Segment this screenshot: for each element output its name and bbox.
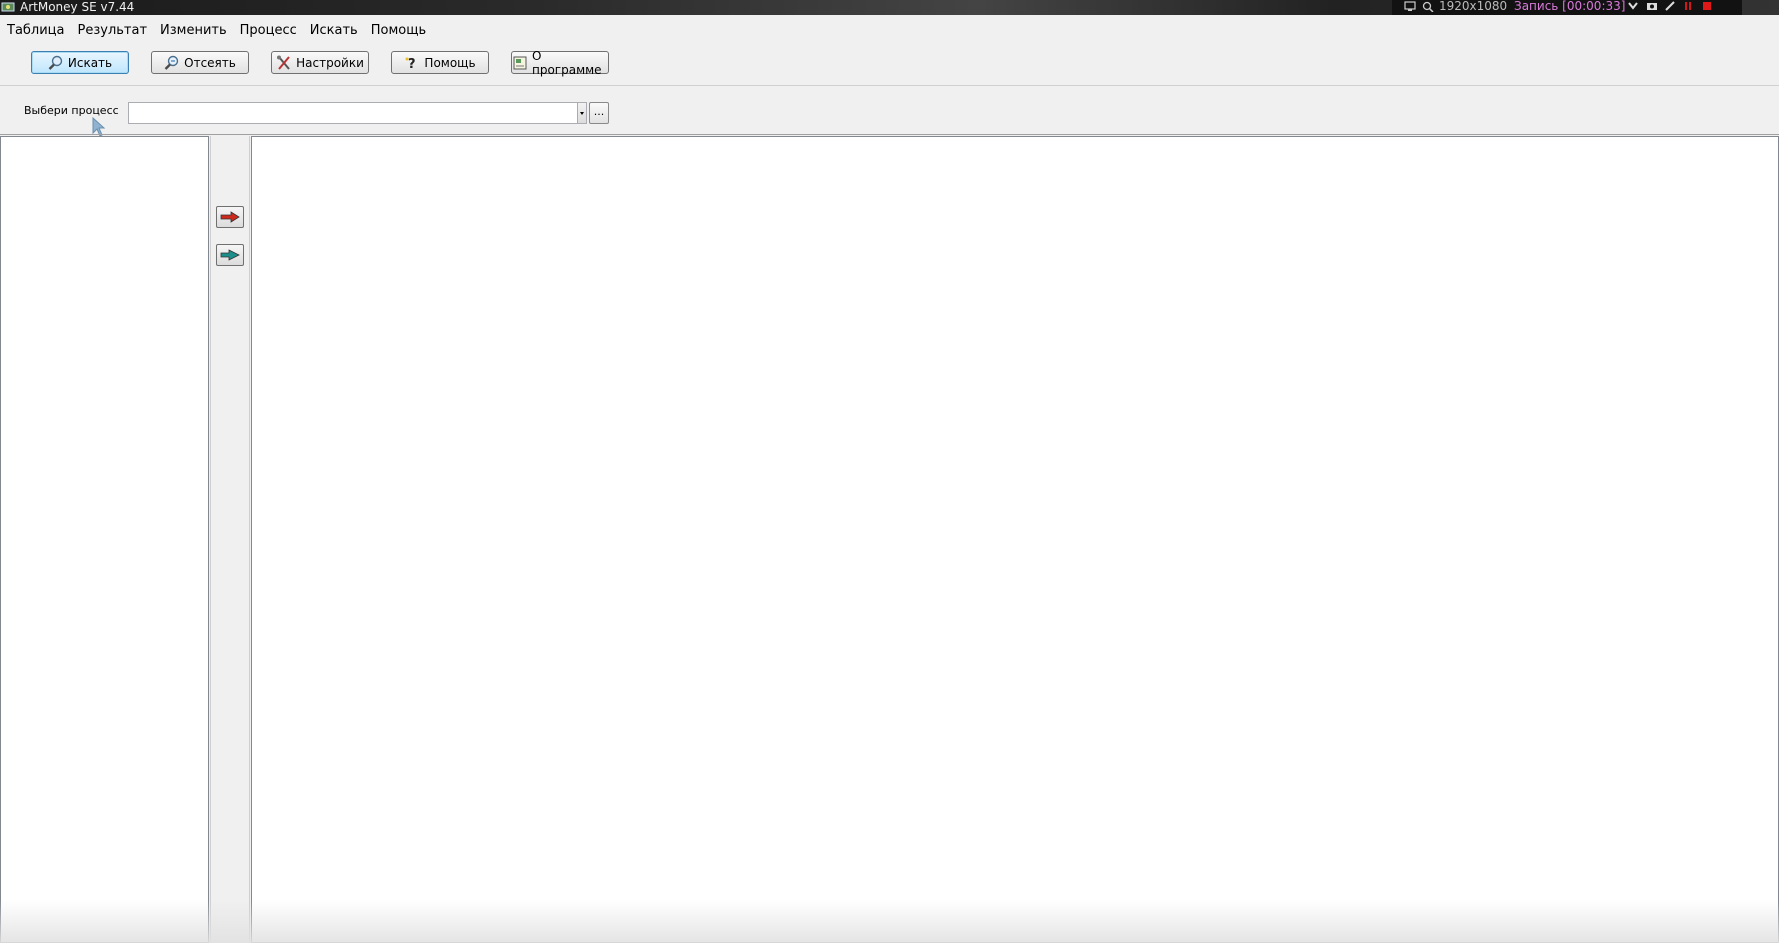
menu-result[interactable]: Результат	[71, 20, 154, 42]
recording-toolbar: 1920x1080 Запись [00:00:33]	[1392, 0, 1742, 15]
toolbar-separator	[0, 85, 1779, 86]
help-button-label: Помощь	[424, 55, 476, 70]
recording-status: Запись [00:00:33]	[1514, 0, 1626, 13]
menu-help[interactable]: Помощь	[364, 20, 432, 42]
help-button[interactable]: ? Помощь	[391, 51, 489, 74]
title-bar: ArtMoney SE v7.44 1920x1080 Запись [00:0…	[0, 0, 1779, 15]
search-results-list[interactable]	[0, 136, 209, 943]
move-all-to-table-button[interactable]	[216, 244, 244, 266]
search-button[interactable]: Искать	[31, 51, 129, 74]
tools-icon	[277, 55, 290, 70]
info-card-icon	[513, 56, 527, 69]
arrow-right-teal-icon	[220, 249, 240, 261]
pen-icon[interactable]	[1665, 1, 1675, 11]
magnifier-filter-icon	[164, 55, 179, 70]
move-to-table-button[interactable]	[216, 206, 244, 228]
filter-button[interactable]: Отсеять	[151, 51, 249, 74]
settings-button-label: Настройки	[296, 55, 364, 70]
camera-icon[interactable]	[1646, 1, 1658, 11]
filter-button-label: Отсеять	[184, 55, 236, 70]
zoom-icon[interactable]	[1422, 1, 1434, 12]
settings-button[interactable]: Настройки	[271, 51, 369, 74]
chevron-down-icon[interactable]	[1628, 2, 1638, 10]
process-browse-button[interactable]: ...	[589, 102, 609, 124]
pause-icon[interactable]	[1684, 1, 1692, 11]
about-button-label: О программе	[532, 48, 602, 77]
arrow-right-red-icon	[220, 211, 240, 223]
screen-icon[interactable]	[1404, 1, 1416, 12]
transfer-bar	[210, 136, 250, 943]
panel-divider	[0, 134, 1779, 135]
address-table[interactable]	[251, 136, 1779, 943]
process-combobox[interactable]	[128, 102, 587, 124]
question-icon: ?	[405, 57, 416, 71]
magnifier-icon	[48, 55, 63, 70]
window-title: ArtMoney SE v7.44	[20, 0, 135, 14]
menu-table[interactable]: Таблица	[0, 20, 71, 42]
menu-process[interactable]: Процесс	[233, 20, 303, 42]
stop-icon[interactable]	[1702, 1, 1712, 11]
svg-text:?: ?	[408, 57, 416, 71]
process-label: Выбери процесс	[24, 104, 119, 117]
menu-edit[interactable]: Изменить	[153, 20, 233, 42]
combobox-dropdown-arrow[interactable]	[577, 103, 586, 123]
menu-search[interactable]: Искать	[303, 20, 364, 42]
about-button[interactable]: О программе	[511, 48, 609, 77]
artmoney-window: ArtMoney SE v7.44 1920x1080 Запись [00:0…	[0, 0, 1779, 943]
menu-bar: Таблица Результат Изменить Процесс Искат…	[0, 20, 432, 42]
recording-resolution: 1920x1080	[1439, 0, 1508, 13]
app-icon	[1, 2, 15, 12]
search-button-label: Искать	[67, 55, 113, 70]
